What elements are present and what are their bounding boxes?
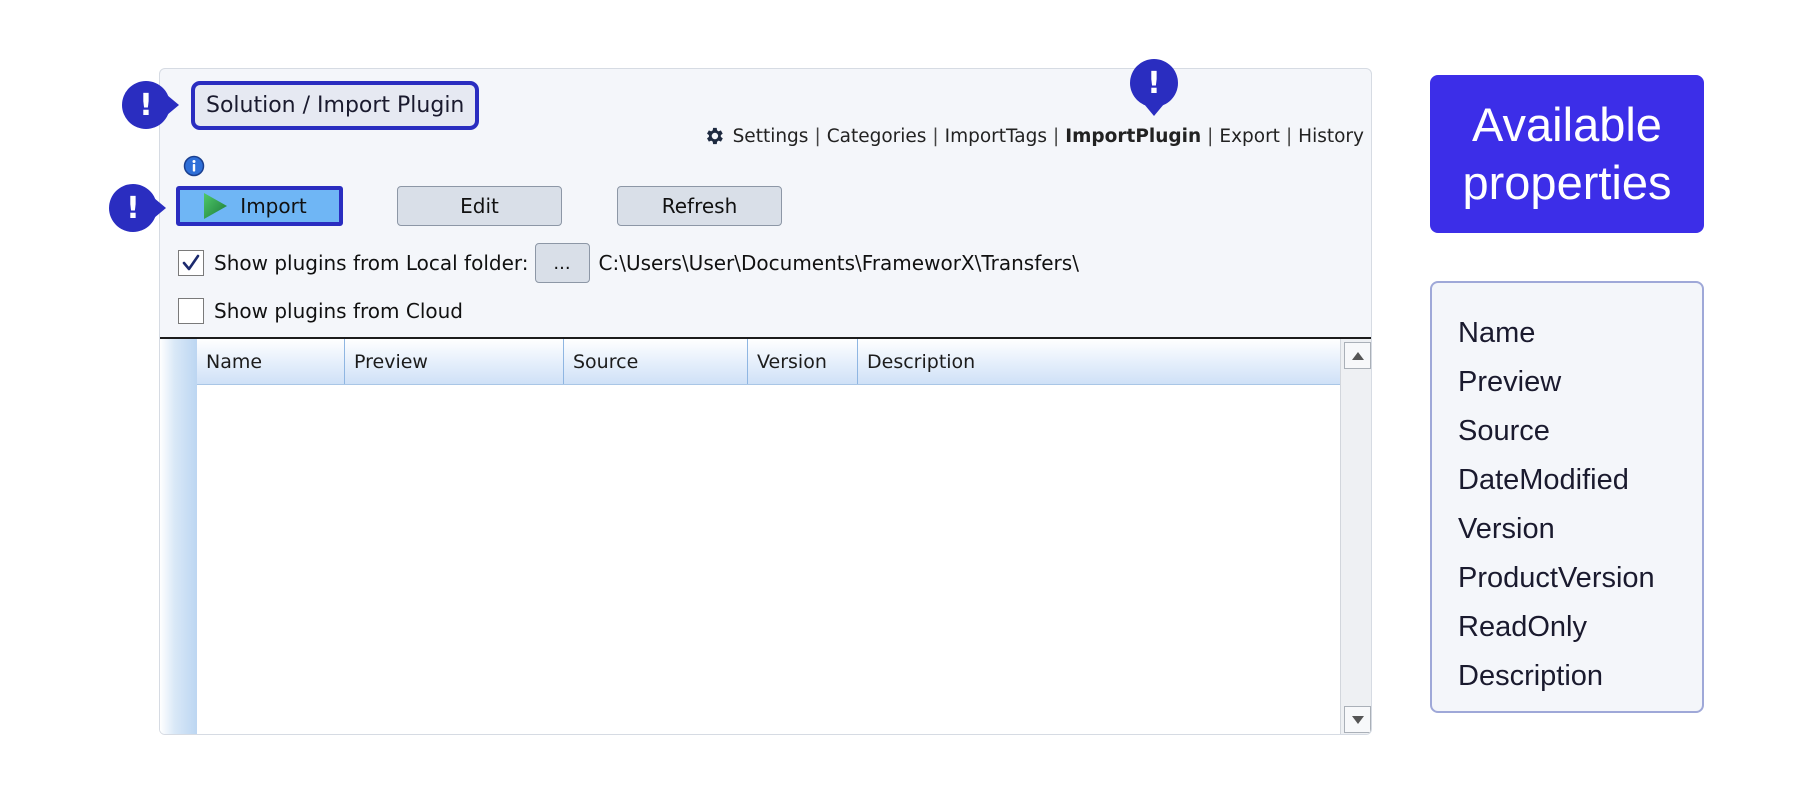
local-folder-path: C:\Users\User\Documents\FrameworX\Transf… xyxy=(598,251,1079,275)
play-icon xyxy=(204,193,228,219)
properties-title-line2: properties xyxy=(1462,156,1672,209)
scroll-down-button[interactable] xyxy=(1344,706,1371,733)
refresh-button-label: Refresh xyxy=(661,194,738,218)
nav-link-settings[interactable]: Settings xyxy=(733,126,809,147)
scroll-up-button[interactable] xyxy=(1344,342,1371,369)
nav-separator: | xyxy=(814,125,821,147)
property-item: ReadOnly xyxy=(1458,611,1587,643)
grid-header: Name Preview Source Version Description xyxy=(197,339,1346,385)
import-button-label: Import xyxy=(240,194,307,218)
row-header-gutter xyxy=(160,339,197,734)
property-item: Preview xyxy=(1458,366,1562,398)
plugins-grid: Name Preview Source Version Description xyxy=(160,337,1371,734)
callout-symbol: ! xyxy=(139,87,153,123)
property-item: DateModified xyxy=(1458,464,1629,496)
column-header-name[interactable]: Name xyxy=(197,339,345,384)
nav-separator: | xyxy=(932,125,939,147)
local-folder-row: Show plugins from Local folder: ... C:\U… xyxy=(178,243,1079,283)
breadcrumb-label: Solution / Import Plugin xyxy=(206,93,465,118)
cloud-label: Show plugins from Cloud xyxy=(214,299,463,323)
property-item: Name xyxy=(1458,317,1536,349)
property-item: Description xyxy=(1458,660,1604,692)
property-item: Version xyxy=(1458,513,1555,545)
nav-separator: | xyxy=(1053,125,1060,147)
properties-title-line1: Available xyxy=(1472,98,1662,151)
cloud-checkbox[interactable] xyxy=(178,298,204,324)
property-item: Source xyxy=(1458,415,1550,447)
browse-folder-label: ... xyxy=(553,252,571,274)
browse-folder-button[interactable]: ... xyxy=(534,243,590,283)
nav-link-history[interactable]: History xyxy=(1298,126,1364,147)
callout-marker: ! xyxy=(106,181,166,235)
edit-button[interactable]: Edit xyxy=(397,186,562,226)
callout-symbol: ! xyxy=(126,190,140,226)
callout-marker: ! xyxy=(1127,56,1181,116)
edit-button-label: Edit xyxy=(460,194,499,218)
local-folder-label: Show plugins from Local folder: xyxy=(214,251,529,275)
arrow-up-icon xyxy=(1351,351,1364,360)
nav-link-categories[interactable]: Categories xyxy=(827,126,927,147)
properties-title: Available properties xyxy=(1430,75,1704,233)
column-header-preview[interactable]: Preview xyxy=(345,339,564,384)
column-header-version[interactable]: Version xyxy=(748,339,858,384)
cloud-row: Show plugins from Cloud xyxy=(178,298,463,324)
top-nav: Settings | Categories | ImportTags | Imp… xyxy=(703,125,1364,147)
breadcrumb: Solution / Import Plugin xyxy=(191,81,480,130)
nav-link-export[interactable]: Export xyxy=(1219,126,1280,147)
column-header-description[interactable]: Description xyxy=(858,339,1346,384)
property-item: ProductVersion xyxy=(1458,562,1655,594)
nav-separator: | xyxy=(1207,125,1214,147)
import-button[interactable]: Import xyxy=(176,186,343,226)
nav-link-importplugin[interactable]: ImportPlugin xyxy=(1065,126,1201,147)
nav-separator: | xyxy=(1285,125,1293,147)
refresh-button[interactable]: Refresh xyxy=(617,186,782,226)
local-folder-checkbox[interactable] xyxy=(178,250,204,276)
column-header-source[interactable]: Source xyxy=(564,339,748,384)
import-plugin-window: Solution / Import Plugin Settings | Cate… xyxy=(159,68,1372,735)
vertical-scrollbar[interactable] xyxy=(1340,339,1371,734)
callout-symbol: ! xyxy=(1147,65,1161,101)
callout-marker: ! xyxy=(119,78,179,132)
info-icon[interactable] xyxy=(183,155,205,177)
properties-list: Name Preview Source DateModified Version… xyxy=(1430,281,1704,713)
gear-icon[interactable] xyxy=(703,125,725,147)
nav-link-importtags[interactable]: ImportTags xyxy=(945,126,1047,147)
checkmark-icon xyxy=(182,254,200,271)
arrow-down-icon xyxy=(1351,715,1364,724)
